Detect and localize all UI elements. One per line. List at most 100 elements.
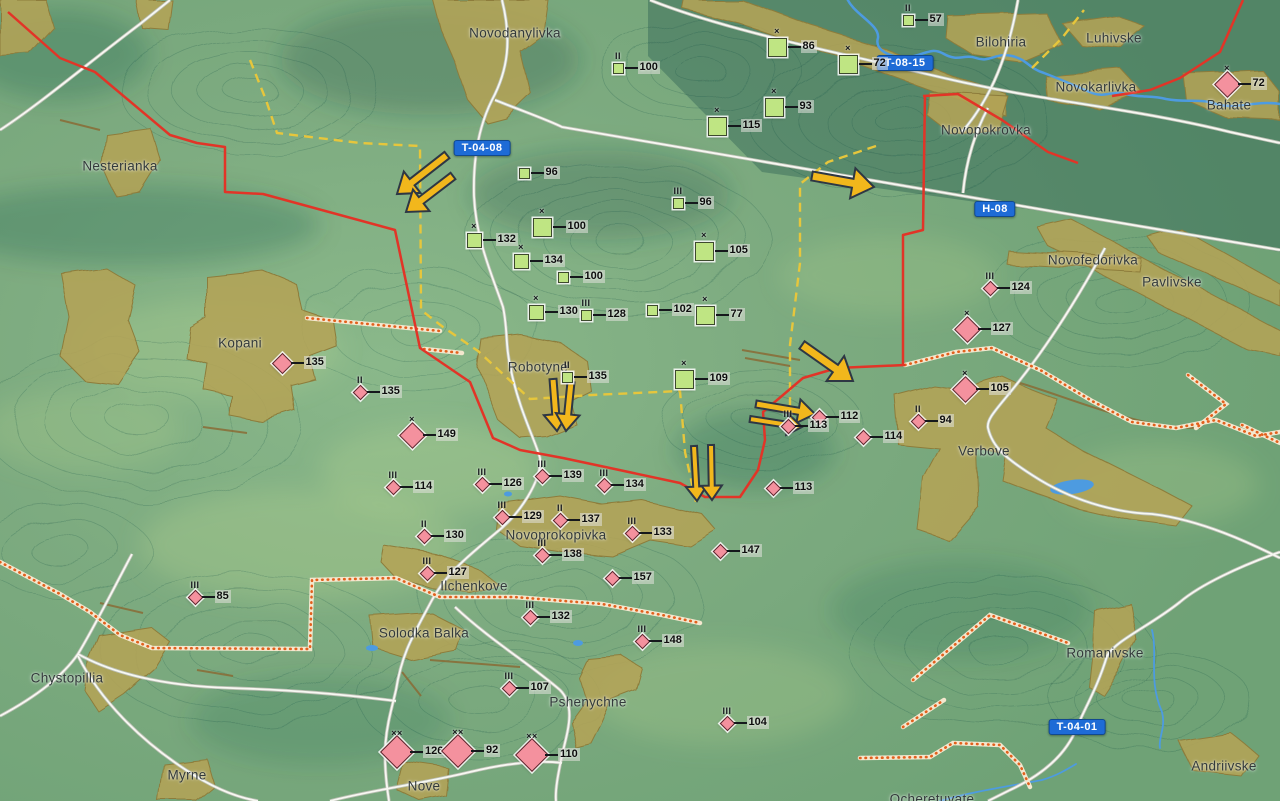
marker-leader-line [780, 487, 793, 489]
echelon-mark: × [409, 415, 415, 424]
echelon-mark: II [557, 504, 563, 513]
enemy-unit-icon [1214, 71, 1241, 98]
marker-leader-line [727, 550, 740, 552]
echelon-mark: III [422, 557, 431, 566]
marker-leader-line [788, 46, 801, 48]
marker-leader-line [649, 640, 662, 642]
marker-leader-line [826, 416, 839, 418]
echelon-mark: II [357, 376, 363, 385]
enemy-unit-icon [624, 525, 640, 541]
marker-leader-line [625, 67, 638, 69]
marker-leader-line [978, 328, 991, 330]
unit-number-label: 148 [662, 634, 684, 647]
echelon-mark: II [564, 361, 570, 370]
marker-leader-line [925, 420, 938, 422]
echelon-mark: ×× [391, 729, 403, 738]
unit-number-label: 92 [484, 744, 500, 757]
unit-number-label: 57 [928, 13, 944, 26]
friendly-unit-icon [695, 242, 714, 261]
marker-leader-line [531, 172, 544, 174]
unit-number-label: 100 [638, 61, 660, 74]
marker-leader-line [423, 434, 436, 436]
unit-number-label: 128 [606, 308, 628, 321]
marker-leader-line [410, 751, 423, 753]
friendly-unit-icon [768, 38, 787, 57]
unit-number-label: 130 [444, 529, 466, 542]
marker-leader-line [483, 239, 496, 241]
echelon-mark: × [681, 359, 687, 368]
enemy-unit-icon [596, 477, 612, 493]
unit-number-label: 96 [544, 166, 560, 179]
marker-leader-line [997, 287, 1010, 289]
echelon-mark: × [771, 87, 777, 96]
map-canvas[interactable]: NovodanylivkaBilohiriaLuhivskeNovokarliv… [0, 0, 1280, 801]
unit-number-label: 138 [562, 548, 584, 561]
enemy-unit-icon [604, 570, 620, 586]
unit-number-label: 134 [624, 478, 646, 491]
unit-number-label: 86 [801, 40, 817, 53]
unit-markers-layer: II57×86×72II100×93×11596III96×100×132×13… [0, 0, 1280, 801]
enemy-unit-icon [515, 738, 549, 772]
unit-number-label: 72 [1251, 77, 1267, 90]
friendly-unit-icon [673, 198, 684, 209]
echelon-mark: III [537, 460, 546, 469]
unit-number-label: 105 [989, 382, 1011, 395]
echelon-mark: ×× [526, 732, 538, 741]
marker-leader-line [785, 106, 798, 108]
friendly-unit-icon [562, 372, 573, 383]
enemy-unit-icon [855, 429, 871, 445]
marker-leader-line [549, 475, 562, 477]
marker-leader-line [567, 519, 580, 521]
echelon-mark: III [783, 410, 792, 419]
marker-leader-line [611, 484, 624, 486]
unit-number-label: 124 [1010, 281, 1032, 294]
friendly-unit-icon [519, 168, 530, 179]
echelon-mark: III [497, 501, 506, 510]
echelon-mark: III [627, 517, 636, 526]
unit-number-label: 149 [436, 428, 458, 441]
echelon-mark: II [615, 52, 621, 61]
enemy-unit-icon [765, 480, 781, 496]
echelon-mark: × [533, 294, 539, 303]
echelon-mark: III [504, 672, 513, 681]
enemy-unit-icon [501, 680, 517, 696]
marker-leader-line [553, 226, 566, 228]
marker-leader-line [574, 376, 587, 378]
marker-leader-line [1238, 83, 1251, 85]
marker-leader-line [549, 554, 562, 556]
echelon-mark: III [190, 581, 199, 590]
echelon-mark: III [581, 299, 590, 308]
marker-leader-line [715, 250, 728, 252]
unit-number-label: 72 [872, 57, 888, 70]
unit-number-label: 130 [558, 305, 580, 318]
unit-number-label: 114 [413, 480, 435, 493]
marker-leader-line [431, 535, 444, 537]
unit-number-label: 133 [652, 526, 674, 539]
echelon-mark: × [962, 369, 968, 378]
marker-leader-line [434, 572, 447, 574]
enemy-unit-icon [419, 565, 435, 581]
echelon-mark: × [774, 27, 780, 36]
enemy-unit-icon [474, 476, 490, 492]
marker-leader-line [545, 754, 558, 756]
enemy-unit-icon [952, 376, 979, 403]
unit-number-label: 93 [798, 100, 814, 113]
marker-leader-line [509, 516, 522, 518]
friendly-unit-icon [467, 233, 482, 248]
unit-number-label: 135 [587, 370, 609, 383]
unit-number-label: 104 [747, 716, 769, 729]
unit-number-label: 100 [566, 220, 588, 233]
echelon-mark: ×× [452, 728, 464, 737]
enemy-unit-icon [352, 384, 368, 400]
echelon-mark: × [518, 243, 524, 252]
unit-number-label: 127 [991, 322, 1013, 335]
friendly-unit-icon [708, 117, 727, 136]
echelon-mark: III [599, 469, 608, 478]
enemy-unit-icon [385, 479, 401, 495]
echelon-mark: III [477, 468, 486, 477]
echelon-mark: × [471, 222, 477, 231]
unit-number-label: 157 [632, 571, 654, 584]
echelon-mark: × [714, 106, 720, 115]
marker-leader-line [870, 436, 883, 438]
marker-leader-line [859, 63, 872, 65]
